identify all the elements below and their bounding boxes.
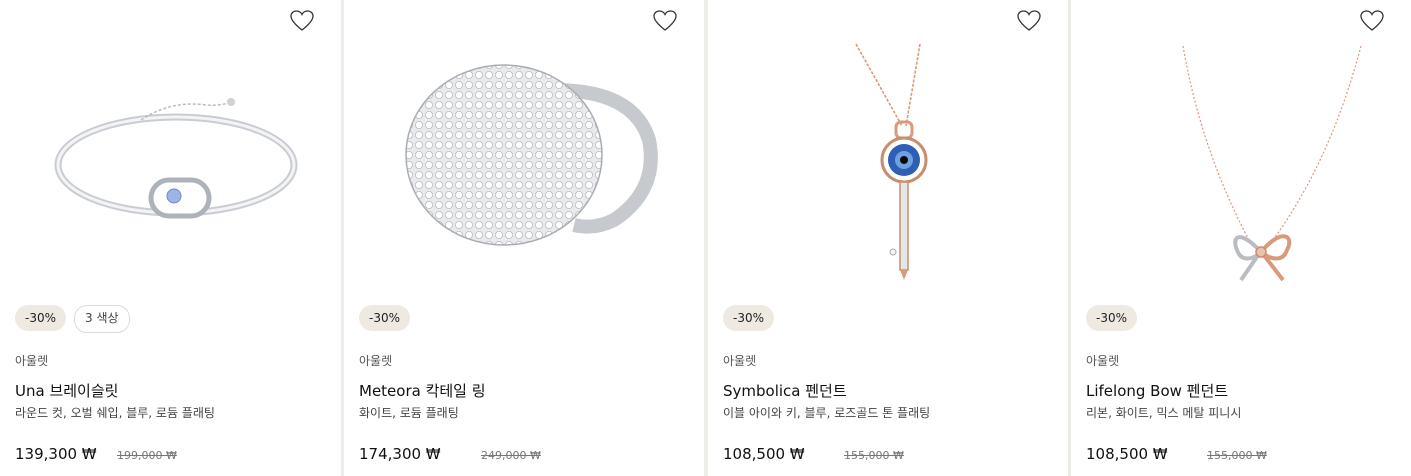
discount-badge: -30% [723,305,775,331]
product-card[interactable]: -30% 아울렛 Meteora 칵테일 링 화이트, 로듐 플래팅 174,3… [344,0,704,476]
product-description: 리본, 화이트, 믹스 메탈 피니시 [1086,406,1242,420]
badge-group: -30% [723,305,775,331]
badge-group: -30% [359,305,411,331]
product-card[interactable]: -30% 3 색상 아울렛 Una 브레이슬릿 라운드 컷, 오벌 쉐입, 블루… [0,0,341,476]
product-category: 아울렛 [723,354,757,368]
product-category: 아울렛 [359,354,393,368]
product-card[interactable]: -30% 아울렛 Symbolica 펜던트 이블 아이와 키, 블루, 로즈골… [708,0,1068,476]
original-price: 155,000 ₩ [1207,449,1267,462]
product-price: 108,500 ₩ [723,445,805,463]
discount-badge: -30% [15,305,67,331]
product-name[interactable]: Una 브레이슬릿 [15,380,118,401]
product-category: 아울렛 [1086,354,1120,368]
discount-badge: -30% [359,305,411,331]
badge-group: -30% [1086,305,1138,331]
product-name[interactable]: Lifelong Bow 펜던트 [1086,380,1228,401]
product-card[interactable]: -30% 아울렛 Lifelong Bow 펜던트 리본, 화이트, 믹스 메탈… [1071,0,1411,476]
ring-image[interactable] [344,30,704,290]
original-price: 199,000 ₩ [117,449,177,462]
discount-badge: -30% [1086,305,1138,331]
bow-pendant-image[interactable] [1071,30,1411,290]
bracelet-image[interactable] [0,30,341,290]
product-description: 화이트, 로듐 플래팅 [359,406,459,420]
badge-group: -30% 3 색상 [15,305,130,333]
product-name[interactable]: Symbolica 펜던트 [723,380,847,401]
product-price: 108,500 ₩ [1086,445,1168,463]
product-price: 174,300 ₩ [359,445,441,463]
product-price: 139,300 ₩ [15,445,97,463]
color-count-badge: 3 색상 [74,305,130,333]
product-grid: -30% 3 색상 아울렛 Una 브레이슬릿 라운드 컷, 오벌 쉐입, 블루… [0,0,1411,476]
original-price: 249,000 ₩ [481,449,541,462]
product-name[interactable]: Meteora 칵테일 링 [359,380,486,401]
product-category: 아울렛 [15,354,49,368]
original-price: 155,000 ₩ [844,449,904,462]
product-description: 라운드 컷, 오벌 쉐입, 블루, 로듐 플래팅 [15,406,215,420]
product-description: 이블 아이와 키, 블루, 로즈골드 톤 플래팅 [723,406,931,420]
key-pendant-image[interactable] [708,30,1068,290]
